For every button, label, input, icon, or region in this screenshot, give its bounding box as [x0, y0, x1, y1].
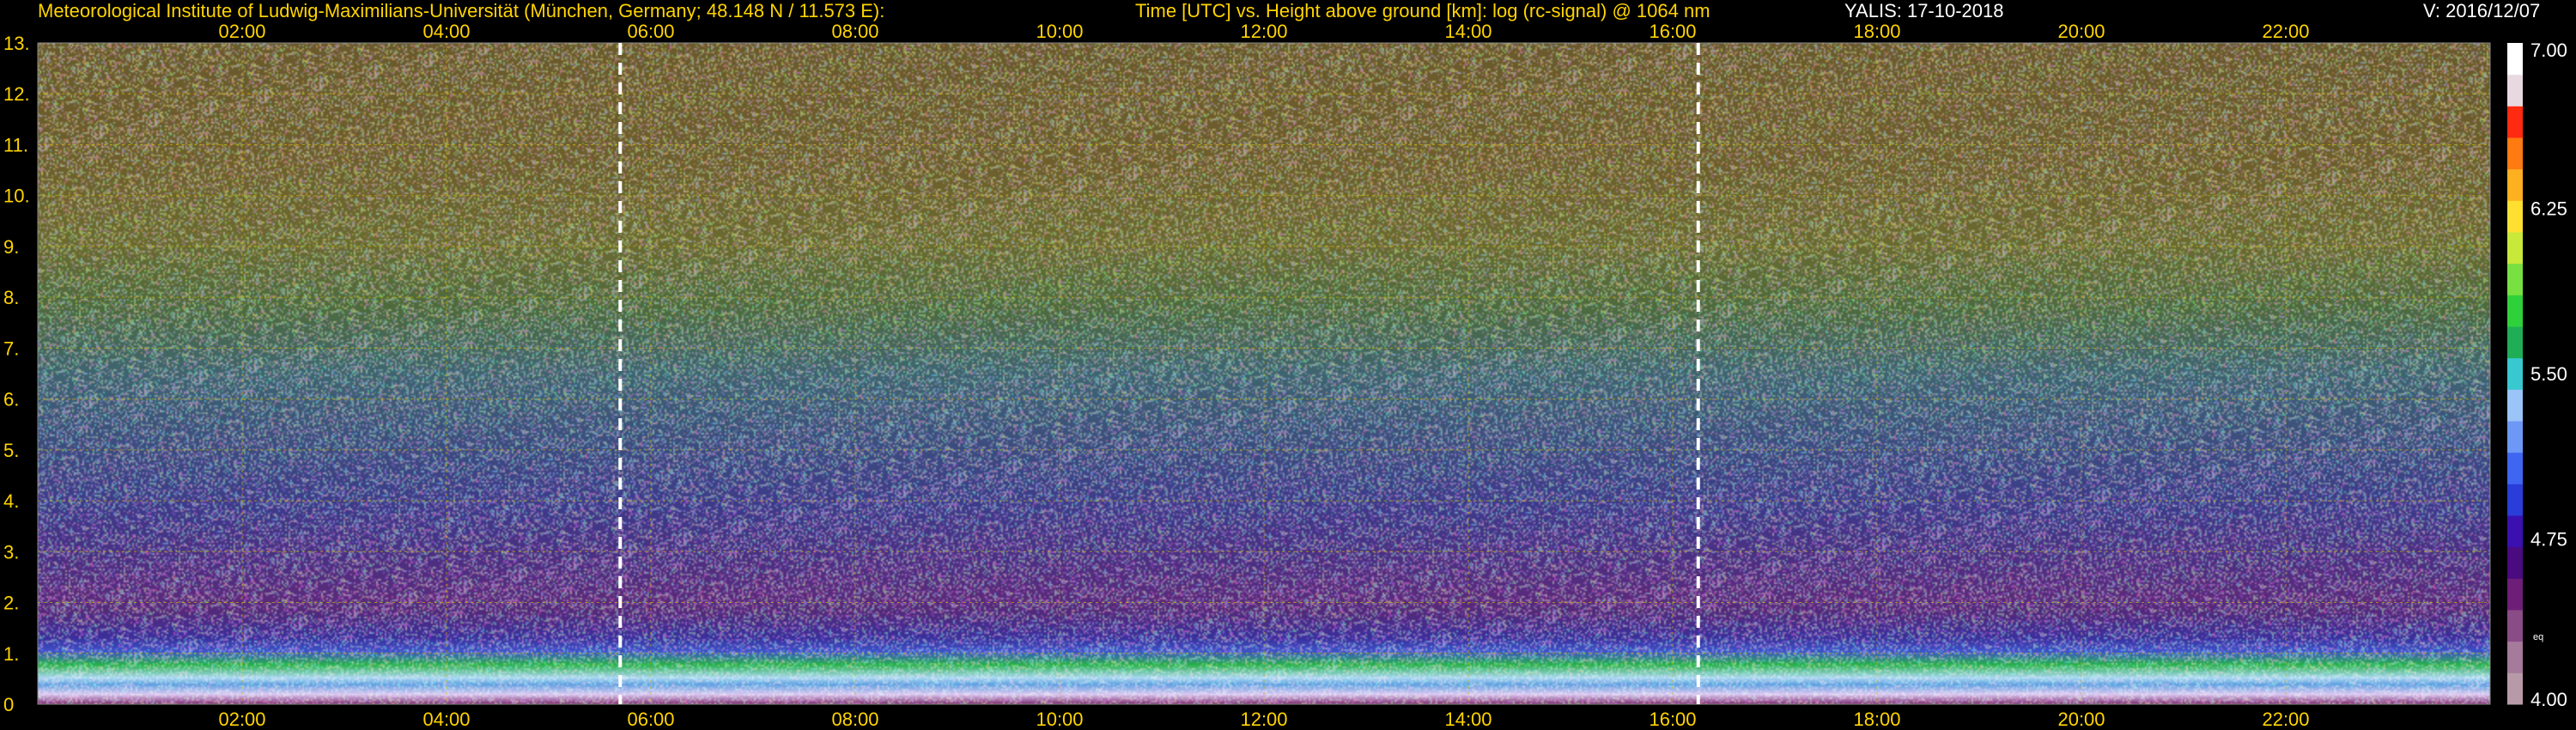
x-tick-label-top: 22:00 [2262, 21, 2309, 42]
colorbar-segment [2507, 263, 2523, 295]
y-tick-label: 4. [3, 490, 19, 512]
x-tick-label-bottom: 14:00 [1444, 709, 1492, 730]
x-tick-label-top: 04:00 [422, 21, 470, 42]
colorbar-segment [2507, 578, 2523, 611]
colorbar-segment [2507, 232, 2523, 265]
y-tick-label: 6. [3, 389, 19, 411]
x-tick-label-top: 10:00 [1036, 21, 1083, 42]
x-tick-label-bottom: 08:00 [831, 709, 878, 730]
x-tick-label-top: 16:00 [1649, 21, 1696, 42]
x-tick-label-top: 08:00 [831, 21, 878, 42]
x-tick-label-bottom: 18:00 [1853, 709, 1900, 730]
y-tick-label: 12. [3, 83, 30, 105]
colorbar-segment [2507, 168, 2523, 201]
colorbar-segment [2507, 106, 2523, 138]
colorbar-segment [2507, 74, 2523, 106]
x-tick-label-top: 18:00 [1853, 21, 1900, 42]
colorbar-segment [2507, 357, 2523, 390]
x-tick-label-bottom: 16:00 [1649, 709, 1696, 730]
colorbar-segment [2507, 389, 2523, 422]
colorbar-tick-label: 6.25 [2530, 198, 2567, 220]
x-tick-label-top: 12:00 [1240, 21, 1287, 42]
colorbar-segment [2507, 43, 2523, 76]
y-tick-label: 5. [3, 440, 19, 461]
colorbar-segment [2507, 484, 2523, 516]
y-tick-label: 1. [3, 643, 19, 665]
colorbar-segment [2507, 515, 2523, 548]
x-tick-label-bottom: 04:00 [422, 709, 470, 730]
x-tick-label-bottom: 20:00 [2057, 709, 2105, 730]
x-tick-label-top: 02:00 [218, 21, 265, 42]
colorbar-segment [2507, 137, 2523, 170]
colorbar-segment [2507, 295, 2523, 327]
x-tick-label-bottom: 06:00 [627, 709, 674, 730]
x-tick-label-top: 14:00 [1444, 21, 1492, 42]
colorbar-tick-label: 7.00 [2530, 40, 2567, 61]
colorbar-segment [2507, 452, 2523, 484]
colorbar-segment [2507, 672, 2523, 705]
colorbar-extra-label: eq [2533, 632, 2543, 642]
x-tick-label-top: 06:00 [627, 21, 674, 42]
colorbar-segment [2507, 641, 2523, 673]
x-tick-label-bottom: 10:00 [1036, 709, 1083, 730]
y-tick-label: 11. [3, 134, 28, 155]
y-tick-label: 0 [3, 694, 14, 715]
chart-overlay: 02:00 02:00 04:00 04:00 06:00 06:00 08:00 08:00… [3, 21, 2567, 730]
colorbar-tick-label: 4.00 [2530, 689, 2567, 710]
x-tick-label-bottom: 22:00 [2262, 709, 2309, 730]
lidar-figure: Meteorological Institute of Ludwig-Maxim… [0, 0, 2576, 730]
y-tick-label: 2. [3, 593, 19, 614]
colorbar-segment [2507, 200, 2523, 233]
y-tick-label: 10. [3, 186, 30, 207]
colorbar-segment [2507, 546, 2523, 579]
colorbar-tick-label: 4.75 [2530, 529, 2567, 551]
colorbar-segment [2507, 326, 2523, 359]
y-tick-label: 13. [3, 33, 30, 54]
x-tick-label-bottom: 02:00 [218, 709, 265, 730]
colorbar-tick-label: 5.50 [2530, 363, 2567, 385]
x-tick-label-bottom: 12:00 [1240, 709, 1287, 730]
x-tick-label-top: 20:00 [2057, 21, 2105, 42]
y-tick-label: 8. [3, 287, 19, 308]
y-tick-label: 9. [3, 236, 19, 258]
colorbar-segment [2507, 421, 2523, 453]
y-tick-label: 3. [3, 541, 19, 563]
colorbar-segment [2507, 610, 2523, 642]
y-tick-label: 7. [3, 338, 19, 359]
